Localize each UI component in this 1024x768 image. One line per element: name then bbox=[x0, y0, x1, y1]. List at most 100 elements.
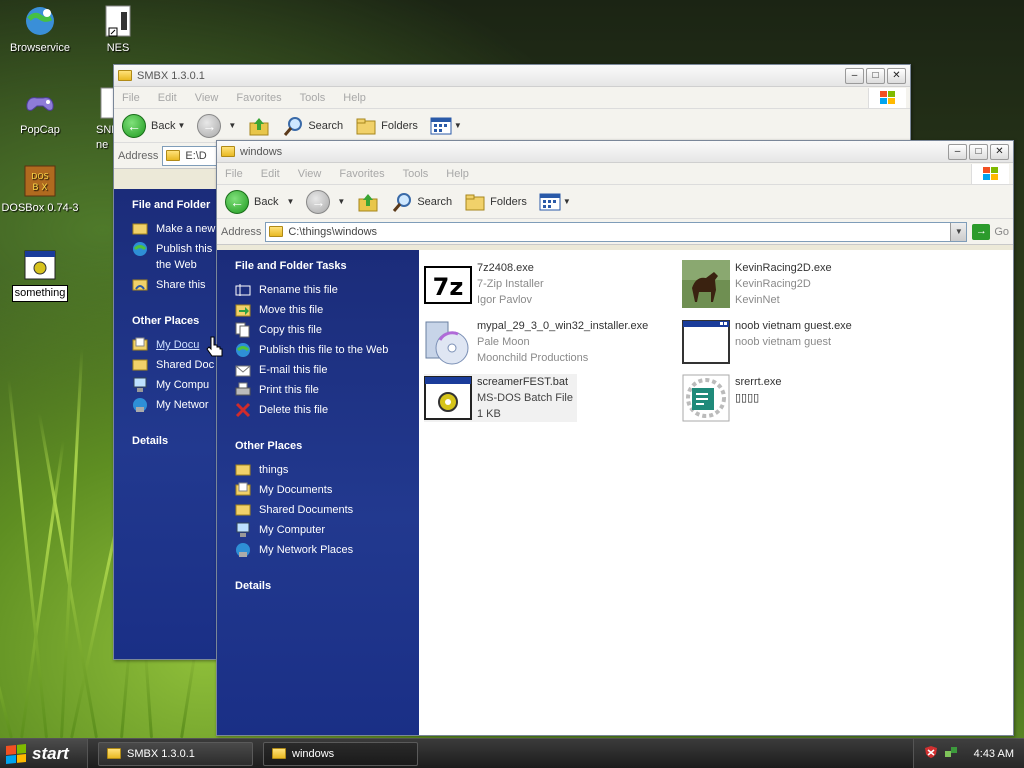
close-button[interactable]: ✕ bbox=[887, 67, 906, 84]
search-button[interactable]: Search bbox=[391, 191, 452, 213]
back-button[interactable]: ← Back ▼ bbox=[225, 189, 294, 214]
menu-favorites[interactable]: Favorites bbox=[236, 92, 281, 104]
file-item[interactable]: KevinRacing2D.exe KevinRacing2D KevinNet bbox=[682, 260, 932, 308]
taskbar-item-smbx[interactable]: SMBX 1.3.0.1 bbox=[98, 741, 253, 766]
title-bar[interactable]: SMBX 1.3.0.1 – □ ✕ bbox=[114, 65, 910, 87]
desktop-icon-something[interactable]: something bbox=[0, 248, 80, 302]
task-share[interactable]: Share this bbox=[132, 277, 216, 293]
chevron-down-icon[interactable]: ▼ bbox=[563, 197, 571, 206]
task-make-new-folder[interactable]: Make a new bbox=[132, 221, 216, 237]
details-heading[interactable]: Details bbox=[235, 580, 419, 592]
delete-x-icon bbox=[235, 402, 251, 418]
up-folder-button[interactable] bbox=[357, 191, 379, 213]
desktop-icon-popcap[interactable]: PopCap bbox=[0, 86, 80, 138]
folders-button[interactable]: Folders bbox=[355, 116, 418, 136]
place-shared-documents[interactable]: Shared Documents bbox=[235, 502, 419, 518]
title-bar[interactable]: windows – □ ✕ bbox=[217, 141, 1013, 163]
task-delete[interactable]: Delete this file bbox=[235, 402, 419, 418]
address-bar: Address C:\things\windows ▼ → Go bbox=[217, 219, 1013, 245]
folders-button[interactable]: Folders bbox=[464, 192, 527, 212]
place-shared-documents[interactable]: Shared Doc bbox=[132, 357, 216, 373]
details-heading[interactable]: Details bbox=[132, 435, 216, 447]
security-shield-icon[interactable] bbox=[924, 745, 938, 762]
views-button[interactable]: ▼ bbox=[430, 116, 462, 136]
folder-icon bbox=[118, 70, 132, 81]
close-button[interactable]: ✕ bbox=[990, 143, 1009, 160]
maximize-button[interactable]: □ bbox=[969, 143, 988, 160]
other-places-heading: Other Places bbox=[235, 440, 303, 452]
forward-button[interactable]: → ▼ bbox=[306, 189, 345, 214]
network-icon bbox=[132, 397, 148, 413]
task-pane: File and Folder Tasks Rename this file M… bbox=[217, 250, 419, 735]
taskbar-item-windows[interactable]: windows bbox=[263, 741, 418, 766]
go-button[interactable]: → Go bbox=[972, 223, 1009, 240]
place-things[interactable]: things bbox=[235, 462, 419, 478]
file-item[interactable]: noob vietnam guest.exe noob vietnam guest bbox=[682, 318, 932, 366]
documents-icon bbox=[132, 337, 148, 353]
file-item[interactable]: mypal_29_3_0_win32_installer.exe Pale Moo… bbox=[424, 318, 674, 366]
file-item[interactable]: 7z 7z2408.exe 7-Zip Installer Igor Pavlov bbox=[424, 260, 674, 308]
place-my-computer[interactable]: My Compu bbox=[132, 377, 216, 393]
task-email[interactable]: E-mail this file bbox=[235, 362, 419, 378]
desktop-icon-nes[interactable]: NES bbox=[78, 4, 158, 56]
menu-tools[interactable]: Tools bbox=[300, 92, 326, 104]
file-item[interactable]: srerrt.exe ▯▯▯▯ bbox=[682, 374, 932, 422]
address-input[interactable]: C:\things\windows ▼ bbox=[265, 221, 968, 242]
chevron-down-icon[interactable]: ▼ bbox=[337, 197, 345, 206]
window-windows[interactable]: windows – □ ✕ File Edit View Favorites T… bbox=[216, 140, 1014, 736]
menu-view[interactable]: View bbox=[195, 92, 219, 104]
menu-file[interactable]: File bbox=[225, 168, 243, 180]
task-publish-web[interactable]: Publish this file to the Web bbox=[235, 342, 419, 358]
menu-edit[interactable]: Edit bbox=[158, 92, 177, 104]
maximize-button[interactable]: □ bbox=[866, 67, 885, 84]
tasks-heading: File and Folder Tasks bbox=[235, 260, 347, 272]
task-move[interactable]: Move this file bbox=[235, 302, 419, 318]
menu-tools[interactable]: Tools bbox=[403, 168, 429, 180]
search-button[interactable]: Search bbox=[282, 115, 343, 137]
start-button[interactable]: start bbox=[0, 738, 88, 768]
desktop-icon-snes[interactable]: SNE ne bbox=[78, 86, 118, 153]
file-item[interactable]: screamerFEST.bat MS-DOS Batch File 1 KB bbox=[424, 374, 577, 422]
place-my-documents[interactable]: My Documents bbox=[235, 482, 419, 498]
task-rename[interactable]: Rename this file bbox=[235, 282, 419, 298]
back-button[interactable]: ← Back ▼ bbox=[122, 113, 185, 138]
horse-icon bbox=[682, 260, 730, 308]
rename-field[interactable]: something bbox=[11, 285, 69, 302]
forward-button[interactable]: → ▼ bbox=[197, 113, 236, 138]
globe-icon bbox=[235, 342, 251, 358]
menu-edit[interactable]: Edit bbox=[261, 168, 280, 180]
menu-favorites[interactable]: Favorites bbox=[339, 168, 384, 180]
menu-file[interactable]: File bbox=[122, 92, 140, 104]
rename-icon bbox=[235, 282, 251, 298]
up-folder-button[interactable] bbox=[248, 115, 270, 137]
task-copy[interactable]: Copy this file bbox=[235, 322, 419, 338]
forward-arrow-icon: → bbox=[306, 189, 331, 214]
chevron-down-icon[interactable]: ▼ bbox=[177, 121, 185, 130]
desktop-icon-dosbox[interactable]: DOS B X DOSBox 0.74-3 bbox=[0, 164, 80, 216]
menu-help[interactable]: Help bbox=[446, 168, 469, 180]
minimize-button[interactable]: – bbox=[845, 67, 864, 84]
place-my-computer[interactable]: My Computer bbox=[235, 522, 419, 538]
chevron-down-icon[interactable]: ▼ bbox=[286, 197, 294, 206]
clock[interactable]: 4:43 AM bbox=[974, 748, 1014, 760]
network-tray-icon[interactable] bbox=[944, 745, 958, 762]
menu-view[interactable]: View bbox=[298, 168, 322, 180]
menu-help[interactable]: Help bbox=[343, 92, 366, 104]
task-publish-web[interactable]: Publish this the Web bbox=[132, 241, 216, 273]
place-network[interactable]: My Network Places bbox=[235, 542, 419, 558]
folder-icon bbox=[132, 357, 148, 373]
views-button[interactable]: ▼ bbox=[539, 192, 571, 212]
chevron-down-icon[interactable]: ▼ bbox=[228, 121, 236, 130]
forward-arrow-icon: → bbox=[197, 113, 222, 138]
email-icon bbox=[235, 362, 251, 378]
batch-gear-icon bbox=[424, 374, 472, 422]
chevron-down-icon[interactable]: ▼ bbox=[454, 121, 462, 130]
place-my-documents[interactable]: My Docu bbox=[132, 337, 216, 353]
minimize-button[interactable]: – bbox=[948, 143, 967, 160]
address-dropdown-button[interactable]: ▼ bbox=[950, 222, 967, 241]
copy-icon bbox=[235, 322, 251, 338]
place-network[interactable]: My Networ bbox=[132, 397, 216, 413]
desktop-icon-browservice[interactable]: Browservice bbox=[0, 4, 80, 56]
system-tray: 4:43 AM bbox=[912, 738, 1024, 768]
task-print[interactable]: Print this file bbox=[235, 382, 419, 398]
